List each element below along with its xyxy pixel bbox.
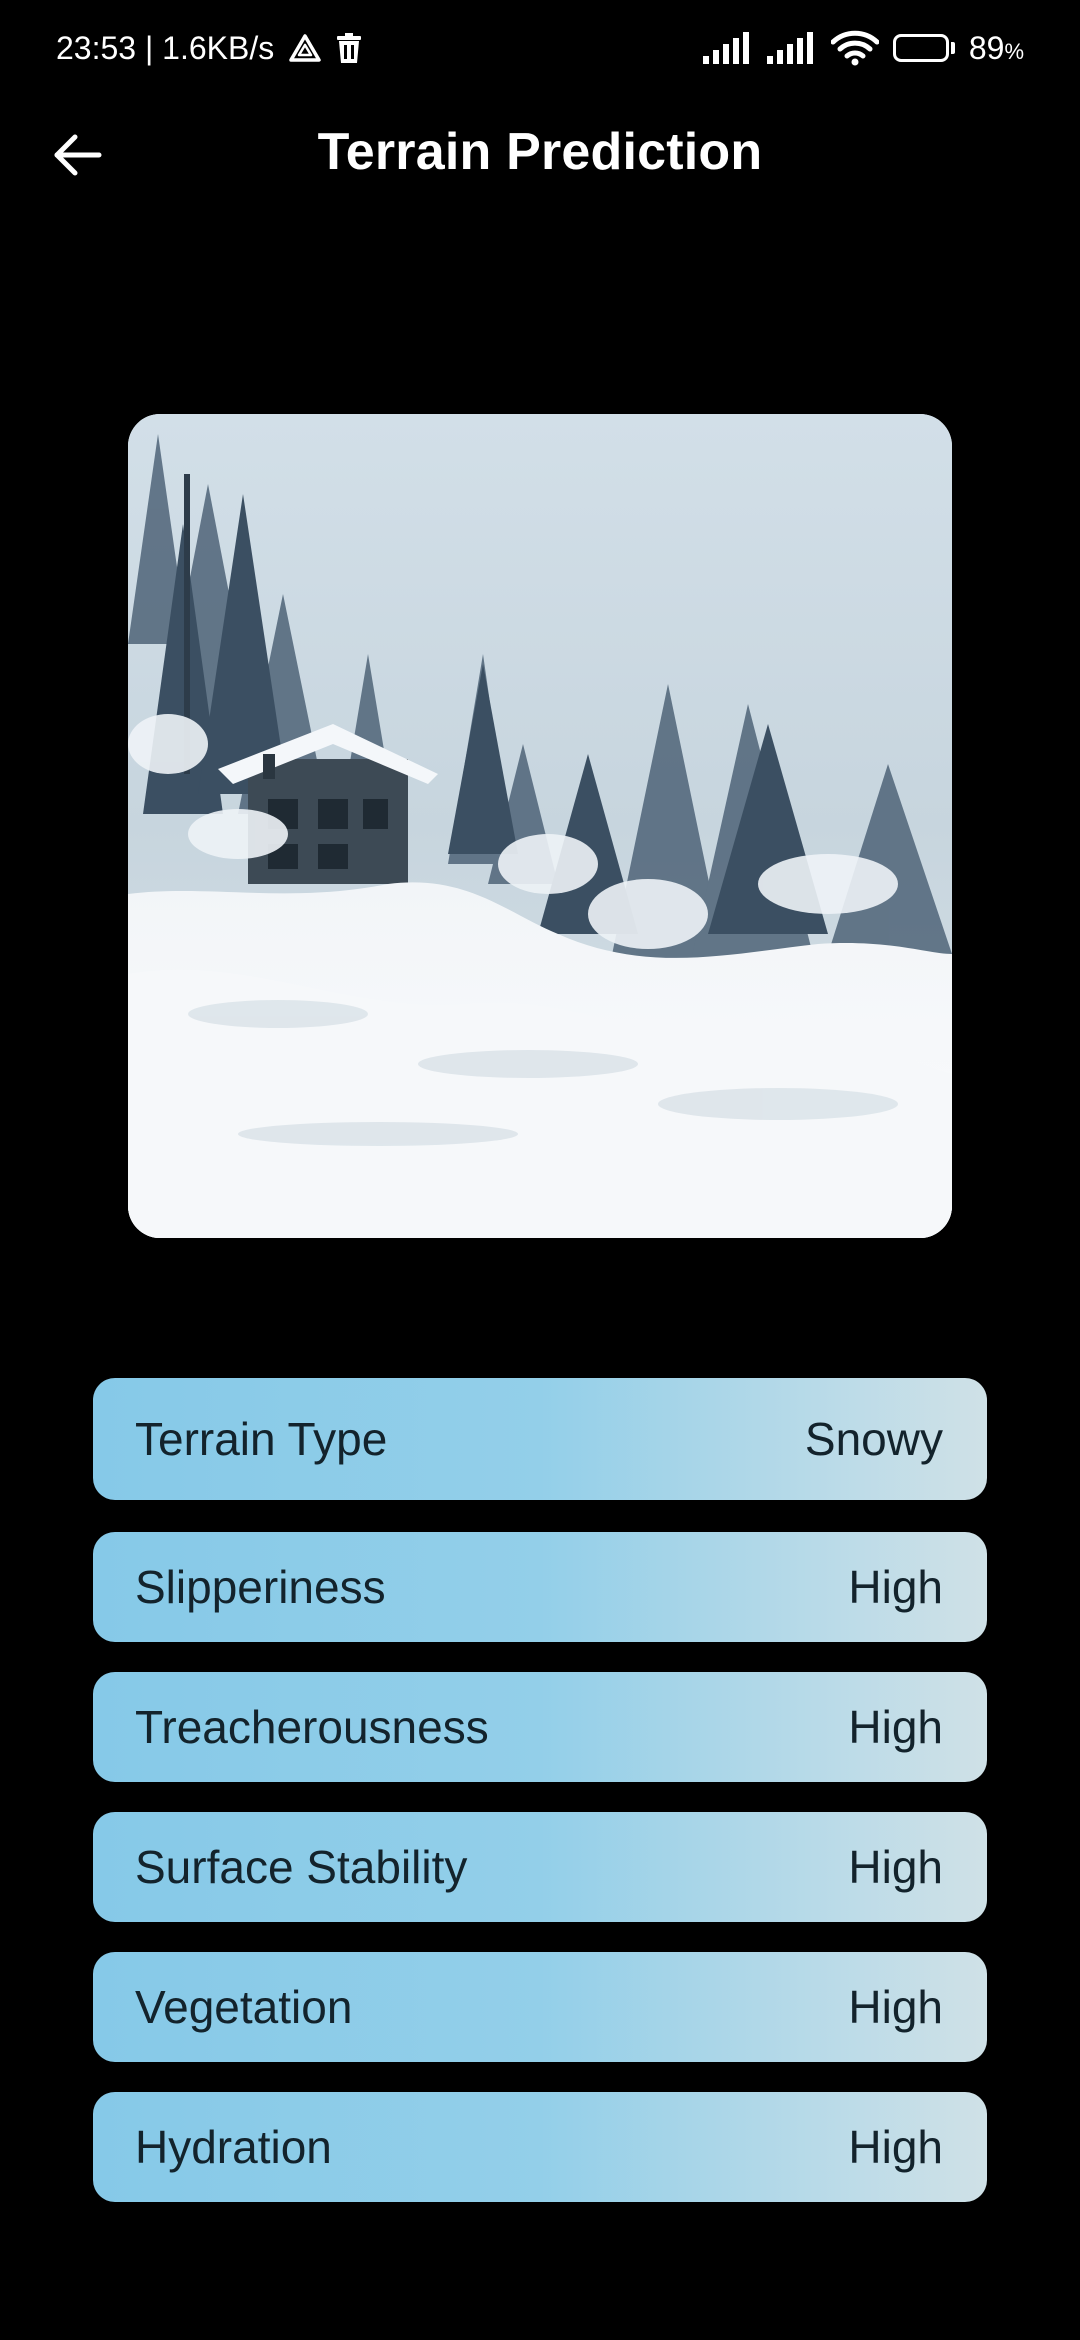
battery-icon: [892, 34, 955, 62]
status-right: 89%: [702, 29, 1024, 67]
status-bar: 23:53 | 1.6KB/s 89%: [0, 0, 1080, 96]
result-value: High: [848, 2121, 943, 2173]
drive-icon: [288, 33, 322, 63]
result-label: Surface Stability: [135, 1841, 468, 1893]
result-value: High: [848, 1841, 943, 1893]
result-row-terrain-type: Terrain Type Snowy: [93, 1378, 987, 1500]
result-row-treacherousness: Treacherousness High: [93, 1672, 987, 1782]
result-value: High: [848, 1701, 943, 1753]
result-value: High: [848, 1561, 943, 1613]
result-label: Slipperiness: [135, 1561, 386, 1613]
result-label: Treacherousness: [135, 1701, 489, 1753]
app-bar: Terrain Prediction: [0, 100, 1080, 210]
signal-icon: [702, 32, 753, 64]
result-label: Terrain Type: [135, 1413, 388, 1465]
trash-icon: [336, 32, 362, 64]
wifi-icon: [830, 30, 879, 66]
status-left: 23:53 | 1.6KB/s: [56, 30, 362, 67]
status-time-speed: 23:53 | 1.6KB/s: [56, 29, 275, 66]
result-label: Vegetation: [135, 1981, 353, 2033]
snowy-cabin-image: [128, 414, 952, 1238]
signal-icon: [766, 32, 817, 64]
result-row-hydration: Hydration High: [93, 2092, 987, 2202]
result-value: High: [848, 1981, 943, 2033]
terrain-image: [128, 414, 952, 1238]
page-title: Terrain Prediction: [317, 123, 763, 181]
result-row-surface-stability: Surface Stability High: [93, 1812, 987, 1922]
result-value: Snowy: [804, 1413, 943, 1465]
battery-percent: 89%: [968, 29, 1024, 66]
result-label: Hydration: [135, 2121, 332, 2173]
result-row-vegetation: Vegetation High: [93, 1952, 987, 2062]
result-row-slipperiness: Slipperiness High: [93, 1532, 987, 1642]
